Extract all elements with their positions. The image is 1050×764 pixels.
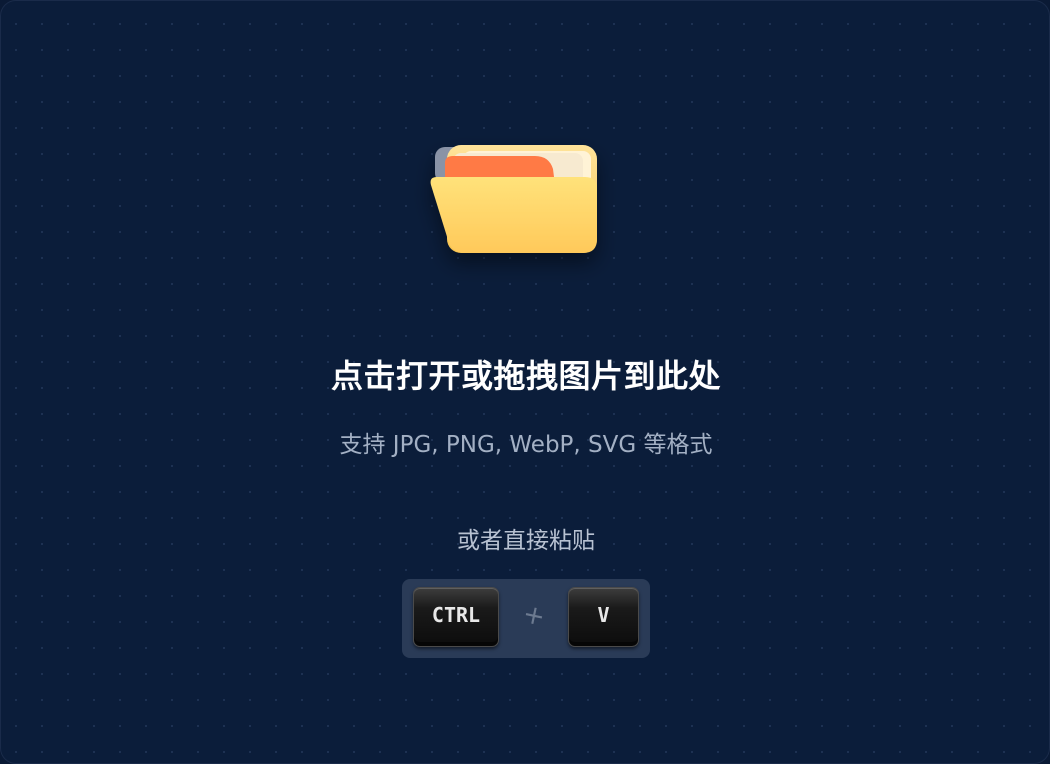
plus-icon: + [520, 599, 548, 633]
drop-zone-title: 点击打开或拖拽图片到此处 [330, 357, 721, 395]
open-folder-icon [423, 139, 608, 269]
image-drop-zone[interactable]: 点击打开或拖拽图片到此处 支持 JPG, PNG, WebP, SVG 等格式 … [0, 0, 1050, 764]
paste-shortcut: CTRL + V [402, 579, 650, 658]
paste-hint: 或者直接粘贴 [457, 528, 595, 554]
v-key: V [568, 587, 639, 647]
supported-formats-text: 支持 JPG, PNG, WebP, SVG 等格式 [339, 432, 713, 458]
ctrl-key: CTRL [413, 587, 499, 647]
